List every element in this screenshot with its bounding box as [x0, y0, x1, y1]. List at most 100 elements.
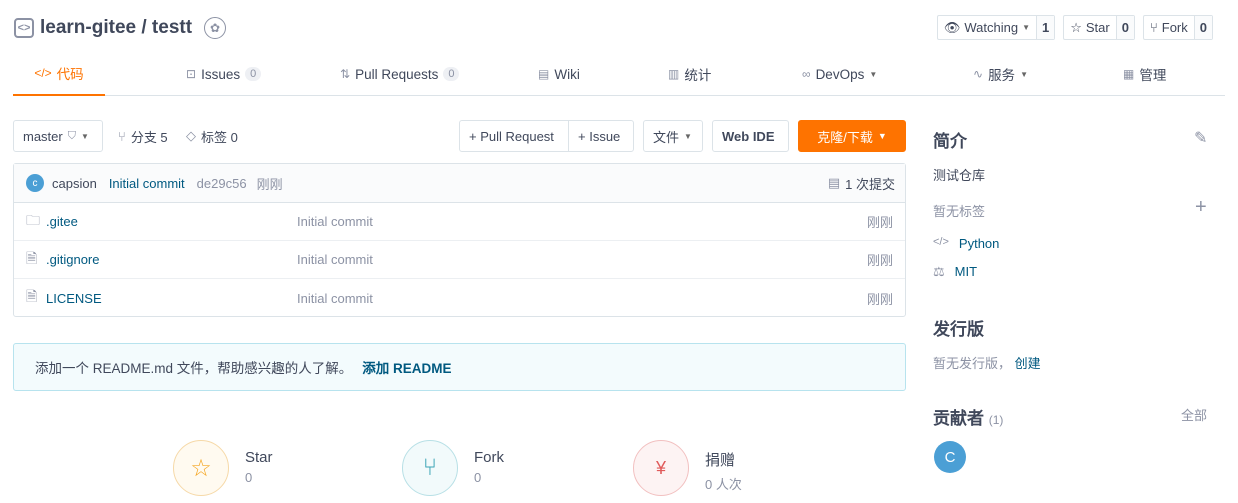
- fork-count[interactable]: 0: [1193, 16, 1212, 39]
- fork-icon: ⑂: [402, 440, 458, 496]
- all-contributors-link[interactable]: 全部: [1181, 405, 1207, 424]
- commit-list-icon: ▤: [827, 175, 841, 190]
- branch-select[interactable]: master ⛉ ▼: [13, 120, 103, 152]
- repo-title[interactable]: learn-gitee / testt: [40, 17, 192, 39]
- tab-manage[interactable]: ▦ 管理: [1123, 52, 1166, 96]
- file-name[interactable]: .gitee: [46, 214, 78, 229]
- language-link[interactable]: </> Python: [933, 236, 999, 251]
- tab-label: 管理: [1139, 68, 1167, 83]
- tab-label: Issues: [201, 66, 241, 82]
- repo-actions: 👁 Watching ▼ 1 ☆ Star 0 ⑂ Fork 0: [936, 15, 1213, 40]
- chevron-down-icon: ▼: [80, 131, 89, 141]
- stat-name: Fork: [474, 449, 504, 466]
- tab-devops[interactable]: ∞ DevOps ▼: [802, 52, 877, 96]
- web-ide-button[interactable]: Web IDE: [712, 120, 789, 152]
- create-release-link[interactable]: 创建: [1015, 356, 1041, 371]
- edit-icon[interactable]: ✎: [1194, 128, 1207, 148]
- file-label: 文件: [653, 129, 680, 145]
- repo-description: 测试仓库: [933, 168, 986, 183]
- star-count[interactable]: 0: [1115, 16, 1134, 39]
- table-row[interactable]: 🗎 LICENSE Initial commit 刚刚: [14, 279, 905, 317]
- table-row[interactable]: 🗀 .gitee Initial commit 刚刚: [14, 203, 905, 241]
- fork-button[interactable]: ⑂ Fork 0: [1142, 15, 1213, 40]
- folder-icon: 🗀: [26, 211, 40, 228]
- eye-icon: 👁: [943, 19, 961, 35]
- donate-icon: ¥: [633, 440, 689, 496]
- watch-label: Watching: [964, 20, 1019, 35]
- star-icon: ☆: [1070, 19, 1082, 35]
- repo-header: <> learn-gitee / testt ✿: [14, 14, 227, 42]
- clone-label: 克隆/下载: [817, 129, 873, 145]
- scale-icon: ⚖: [933, 264, 945, 279]
- tags-link[interactable]: ◇ 标签 0: [186, 120, 238, 152]
- branch-name: master: [23, 128, 63, 144]
- avatar[interactable]: C: [934, 441, 966, 473]
- add-tag-icon[interactable]: +: [1195, 196, 1207, 219]
- tab-label: Wiki: [554, 66, 580, 82]
- stat-name: 捐赠: [705, 452, 736, 469]
- branches-label: 分支 5: [130, 129, 168, 145]
- file-commit-message[interactable]: Initial commit: [297, 214, 373, 229]
- badge-icon[interactable]: ✿: [204, 17, 227, 39]
- license-label: MIT: [954, 264, 978, 279]
- chevron-down-icon: ▼: [1020, 69, 1028, 79]
- intro-title: 简介: [933, 132, 967, 151]
- file-menu-button[interactable]: 文件 ▼: [643, 120, 703, 152]
- avatar[interactable]: c: [26, 174, 44, 192]
- chart-icon: ▥: [668, 67, 680, 81]
- branch-icon: ⑂: [118, 128, 126, 144]
- wiki-icon: ▤: [538, 67, 550, 81]
- issues-icon: ⊡: [186, 67, 197, 81]
- no-tags-text: 暂无标签: [933, 204, 986, 219]
- pulse-icon: ∿: [973, 67, 984, 81]
- new-issue-button[interactable]: + Issue: [568, 120, 634, 152]
- commit-hash[interactable]: de29c56: [197, 176, 247, 191]
- watch-button[interactable]: 👁 Watching ▼ 1: [936, 15, 1056, 40]
- stat-value: 0: [474, 470, 482, 485]
- tab-pull-requests[interactable]: ⇅ Pull Requests 0: [340, 52, 460, 96]
- table-row[interactable]: 🗎 .gitignore Initial commit 刚刚: [14, 241, 905, 279]
- star-stat[interactable]: ☆ Star 0: [173, 440, 273, 496]
- file-name[interactable]: LICENSE: [46, 291, 102, 306]
- repo-icon: <>: [14, 18, 34, 38]
- tab-issues[interactable]: ⊡ Issues 0: [186, 52, 262, 96]
- file-time: 刚刚: [866, 253, 893, 268]
- stat-value: 0: [245, 470, 253, 485]
- tags-label: 标签 0: [201, 129, 238, 145]
- tab-stats[interactable]: ▥ 统计: [668, 52, 711, 96]
- new-pull-request-button[interactable]: + Pull Request: [459, 120, 569, 152]
- commit-total: 1 次提交: [845, 176, 895, 192]
- commit-author[interactable]: capsion: [52, 176, 97, 191]
- web-ide-label: Web IDE: [722, 128, 775, 144]
- fork-label: Fork: [1161, 20, 1188, 35]
- contributors-label: 贡献者: [933, 409, 984, 428]
- tab-wiki[interactable]: ▤ Wiki: [538, 52, 580, 96]
- chevron-down-icon: ▼: [877, 131, 887, 141]
- devops-icon: ∞: [802, 67, 811, 81]
- tab-label: DevOps: [815, 66, 865, 82]
- fork-stat[interactable]: ⑂ Fork 0: [402, 440, 504, 496]
- branches-link[interactable]: ⑂ 分支 5: [118, 120, 168, 152]
- star-icon: ☆: [173, 440, 229, 496]
- no-release-text: 暂无发行版，: [933, 356, 1012, 371]
- watch-count[interactable]: 1: [1035, 16, 1055, 39]
- file-name[interactable]: .gitignore: [46, 252, 99, 267]
- repo-tabs: </> 代码 ⊡ Issues 0 ⇅ Pull Requests 0 ▤ Wiki ▥ 统计…: [13, 52, 1225, 96]
- tab-services[interactable]: ∿ 服务 ▼: [973, 52, 1028, 96]
- commit-message[interactable]: Initial commit: [109, 176, 185, 191]
- commit-count-link[interactable]: ▤ 1 次提交: [828, 174, 895, 193]
- file-commit-message[interactable]: Initial commit: [297, 252, 373, 267]
- chevron-down-icon: ▼: [1022, 23, 1030, 32]
- star-button[interactable]: ☆ Star 0: [1063, 15, 1135, 40]
- file-table: c capsion Initial commit de29c56 刚刚 ▤ 1 …: [13, 163, 906, 317]
- file-commit-message[interactable]: Initial commit: [297, 291, 373, 306]
- donate-stat[interactable]: ¥ 捐赠 0 人次: [633, 440, 742, 496]
- chevron-down-icon: ▼: [869, 69, 878, 79]
- license-link[interactable]: ⚖ MIT: [933, 264, 977, 280]
- shield-icon: ⛉: [67, 129, 76, 142]
- tab-code[interactable]: </> 代码: [13, 52, 105, 96]
- code-icon: </>: [34, 66, 52, 80]
- clone-download-button[interactable]: 克隆/下载 ▼: [798, 120, 906, 152]
- tab-label: 代码: [56, 67, 84, 82]
- add-readme-link[interactable]: 添加 README: [362, 357, 451, 377]
